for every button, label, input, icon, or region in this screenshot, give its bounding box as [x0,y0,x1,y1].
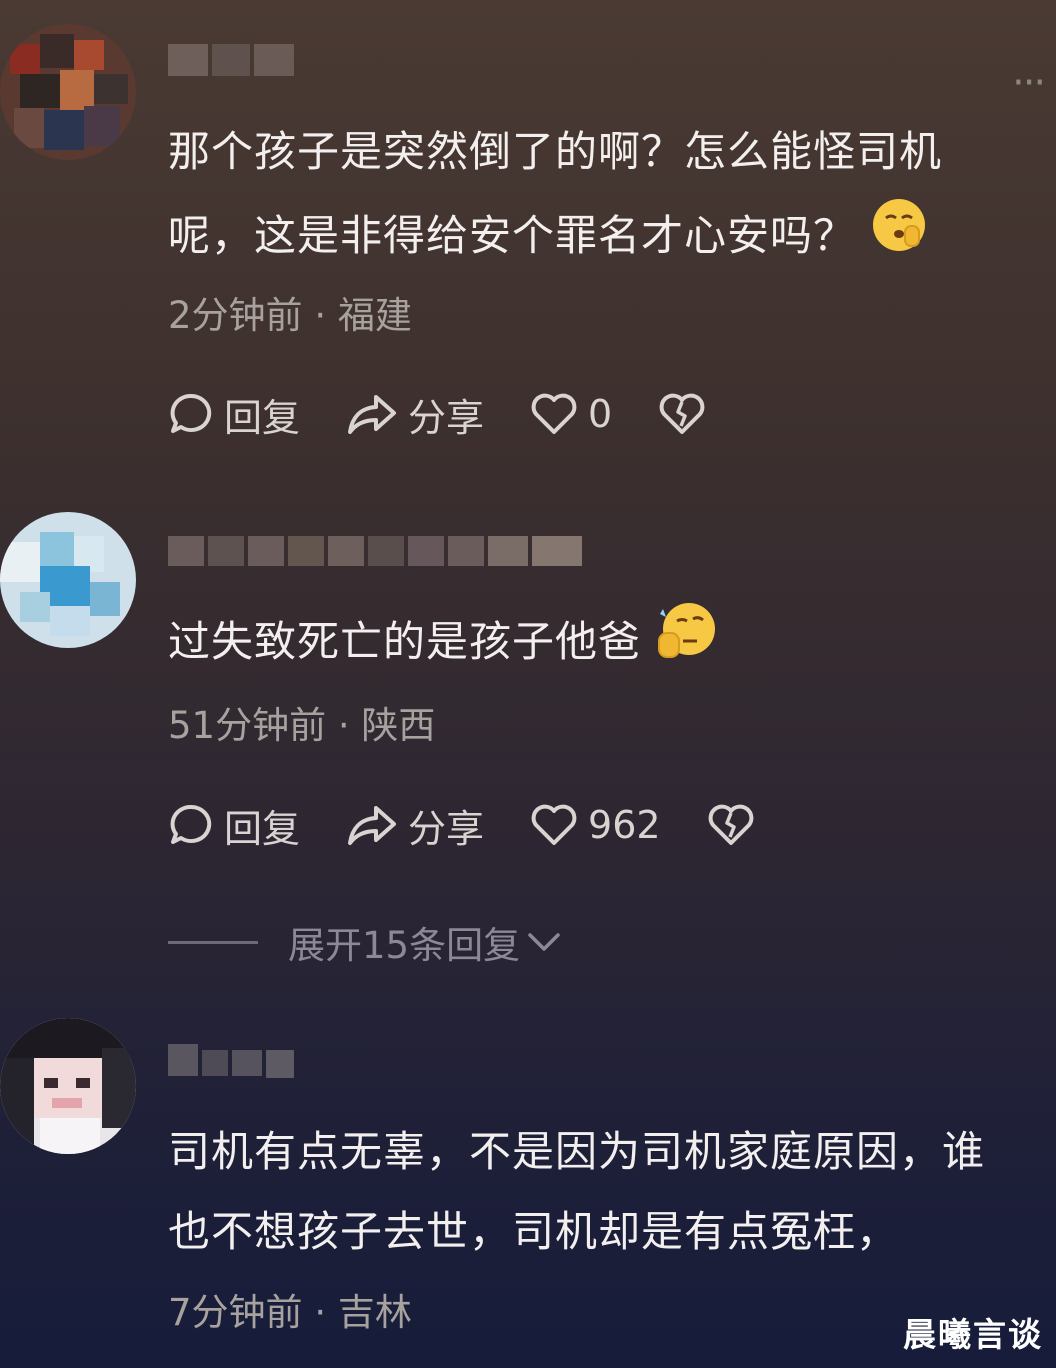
thinking-face-emoji [655,601,717,689]
watermark: 晨曦言谈 [903,1315,1043,1354]
separator: · [314,294,327,337]
broken-heart-icon [659,393,705,434]
username-blurred[interactable] [168,40,298,80]
comment-meta: 51分钟前 · 陕西 [168,695,435,749]
expand-replies-label: 展开15条回复 [288,924,521,967]
separator: · [314,1291,327,1334]
share-label: 分享 [408,806,485,851]
timestamp: 7分钟前 [168,1291,303,1334]
like-count: 962 [588,803,661,847]
comment-meta: 2分钟前 · 福建 [168,285,412,339]
comment-meta: 7分钟前 · 吉林 [168,1282,412,1336]
location: 福建 [337,294,412,337]
more-options-icon[interactable]: ··· [1012,60,1046,106]
expand-replies-button[interactable]: 展开15条回复 [168,915,564,969]
reply-label: 回复 [224,395,301,440]
dislike-button[interactable] [707,803,765,847]
share-arrow-icon [348,395,397,434]
like-button[interactable]: 0 [530,392,612,436]
comment-text-line: 过失致死亡的是孩子他爸 [168,600,717,689]
comment-text-line: 司机有点无辜，不是因为司机家庭原因，谁 [168,1127,986,1176]
heart-icon [531,393,577,434]
reply-button[interactable]: 回复 [168,387,300,442]
comment-text-line: 也不想孩子去世，司机却是有点冤枉， [168,1207,900,1256]
reply-button[interactable]: 回复 [168,798,300,853]
share-arrow-icon [348,806,397,845]
shushing-face-emoji [870,196,928,282]
like-count: 0 [588,392,613,436]
username-blurred[interactable] [168,1040,298,1080]
comment-text-line: 呢，这是非得给安个罪名才心安吗？ [168,194,928,282]
location: 吉林 [337,1291,412,1334]
share-label: 分享 [408,395,485,440]
speech-bubble-icon [170,804,212,844]
avatar[interactable] [0,24,136,160]
avatar[interactable] [0,512,136,648]
comment-actions: 回复 分享 0 [168,384,762,444]
reply-label: 回复 [224,806,301,851]
avatar[interactable] [0,1018,136,1154]
timestamp: 2分钟前 [168,294,303,337]
separator: · [337,704,350,747]
speech-bubble-icon [170,393,212,433]
dislike-button[interactable] [658,392,716,436]
share-button[interactable]: 分享 [346,387,484,442]
divider [168,940,258,944]
username-blurred[interactable] [168,530,588,570]
comment-text-line: 那个孩子是突然倒了的啊？怎么能怪司机 [168,127,943,176]
location: 陕西 [361,704,436,747]
timestamp: 51分钟前 [168,704,327,747]
broken-heart-icon [708,804,753,845]
comment-actions: 回复 分享 962 [168,795,811,855]
share-button[interactable]: 分享 [346,798,484,853]
heart-icon [531,804,577,845]
chevron-down-icon [528,933,560,951]
like-button[interactable]: 962 [530,803,661,847]
